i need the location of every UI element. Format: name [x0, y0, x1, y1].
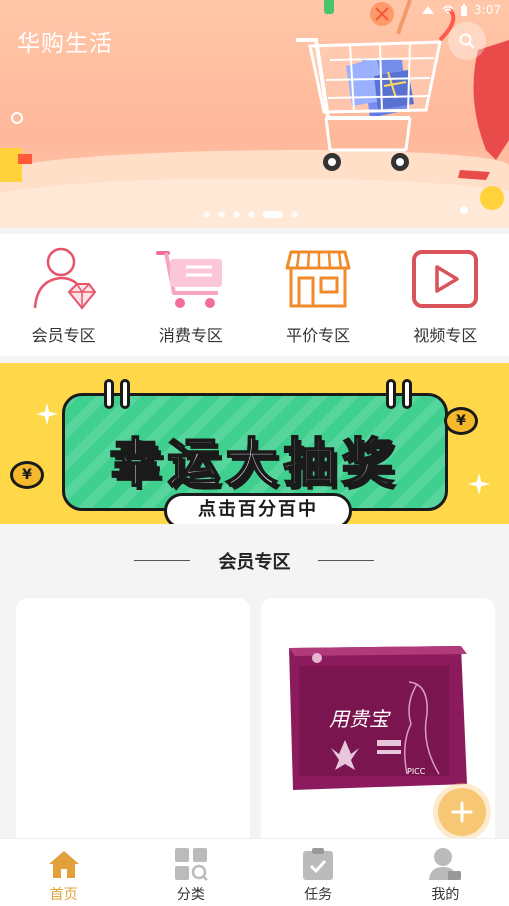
banner-dot[interactable]	[203, 211, 210, 218]
add-fab-button[interactable]	[438, 788, 486, 836]
category-budget-zone[interactable]: 平价专区	[255, 234, 382, 356]
storefront-icon	[283, 246, 353, 312]
plus-icon	[451, 801, 473, 823]
nav-profile[interactable]: 我的	[382, 839, 509, 906]
board-hook	[386, 379, 396, 409]
board-hook	[104, 379, 114, 409]
category-label: 平价专区	[286, 326, 351, 345]
lottery-headline: 幸运大抽奖	[108, 433, 400, 495]
banner-pagination	[203, 211, 298, 218]
banner-dot[interactable]	[248, 211, 255, 218]
nav-label: 我的	[431, 887, 460, 903]
status-bar: 3:07	[0, 0, 509, 22]
banner-dot[interactable]	[218, 211, 225, 218]
shopping-cart-icon	[155, 246, 226, 312]
nav-label: 分类	[176, 887, 205, 903]
video-play-icon	[410, 246, 480, 312]
category-label: 会员专区	[31, 326, 96, 345]
category-row: 会员专区 消费专区 平价专区 视频专区	[0, 234, 509, 356]
hero-banner[interactable]: 3:07 华购生活	[0, 0, 509, 228]
category-video-zone[interactable]: 视频专区	[382, 234, 509, 356]
category-label: 消费专区	[158, 326, 223, 345]
bottom-navigation: 首页 分类 任务 我的	[0, 838, 509, 906]
search-icon	[459, 33, 475, 49]
app-title: 华购生活	[17, 31, 113, 57]
home-icon	[46, 846, 82, 882]
battery-icon	[461, 3, 468, 16]
lottery-banner[interactable]: ¥ ¥ 幸运大抽奖 点击百分百中	[0, 363, 509, 524]
signal-icon	[422, 6, 435, 14]
nav-label: 任务	[304, 887, 333, 903]
gift-box-illustration	[0, 148, 32, 182]
banner-dot[interactable]	[233, 211, 240, 218]
status-time: 3:07	[474, 3, 501, 17]
nav-label: 首页	[49, 887, 78, 903]
wifi-icon	[442, 5, 454, 14]
board-hook	[402, 379, 412, 409]
nav-category[interactable]: 分类	[127, 839, 254, 906]
board-hook	[120, 379, 130, 409]
product-card[interactable]	[16, 598, 250, 858]
banner-ring-decoration	[11, 112, 23, 124]
product-image: 用贵宝 PICC	[289, 646, 467, 790]
category-label: 视频专区	[413, 326, 478, 345]
task-clipboard-icon	[300, 846, 336, 882]
nav-home[interactable]: 首页	[0, 839, 127, 906]
member-gem-icon	[29, 246, 99, 312]
product-box-title: 用贵宝	[329, 707, 391, 731]
lottery-subline: 点击百分百中	[164, 493, 352, 524]
section-divider-right	[318, 560, 374, 561]
banner-dot-active[interactable]	[263, 211, 283, 218]
banner-dot[interactable]	[291, 211, 298, 218]
category-consumer-zone[interactable]: 消费专区	[127, 234, 254, 356]
category-grid-icon	[173, 846, 209, 882]
profile-icon	[427, 846, 463, 882]
section-title: 会员专区	[218, 552, 291, 573]
nav-tasks[interactable]: 任务	[255, 839, 382, 906]
search-button[interactable]	[448, 22, 486, 60]
banner-corner-dot	[460, 206, 468, 214]
product-box-brand: PICC	[407, 767, 426, 776]
category-member-zone[interactable]: 会员专区	[0, 234, 127, 356]
